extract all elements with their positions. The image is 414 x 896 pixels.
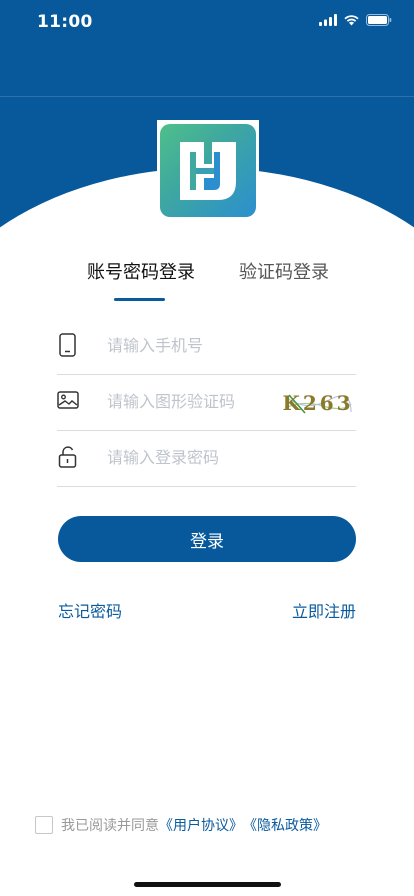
agreement-checkbox[interactable] <box>35 816 53 834</box>
logo-mark <box>160 124 256 217</box>
phone-input[interactable] <box>107 332 307 358</box>
register-link[interactable]: 立即注册 <box>292 598 356 622</box>
forgot-password-link[interactable]: 忘记密码 <box>58 598 122 622</box>
logo-h-icon <box>180 142 236 200</box>
tab-code-login[interactable]: 验证码登录 <box>239 258 329 284</box>
captcha-text: K263 <box>283 391 353 415</box>
agreement-row: 我已阅读并同意 《用户协议》 《隐私政策》 <box>35 815 327 835</box>
login-button[interactable]: 登录 <box>58 516 356 562</box>
header-divider <box>0 96 414 97</box>
captcha-field: K263 <box>57 374 356 431</box>
status-bar: 11:00 <box>0 0 414 46</box>
privacy-policy-link[interactable]: 《隐私政策》 <box>243 815 327 835</box>
lock-icon <box>58 446 77 468</box>
password-field <box>57 430 356 487</box>
status-time: 11:00 <box>37 12 93 32</box>
password-input[interactable] <box>107 444 307 470</box>
active-tab-indicator <box>114 298 165 301</box>
status-icons <box>319 14 392 26</box>
battery-icon <box>366 14 392 26</box>
signal-icon <box>319 14 337 26</box>
captcha-graphic: K263 <box>282 391 353 415</box>
agreement-prefix: 我已阅读并同意 <box>61 818 159 834</box>
user-agreement-link[interactable]: 《用户协议》 <box>159 815 243 835</box>
wifi-icon <box>344 15 359 26</box>
tab-password-login[interactable]: 账号密码登录 <box>87 258 195 284</box>
captcha-input[interactable] <box>107 388 307 414</box>
login-tabs: 账号密码登录 验证码登录 <box>0 258 414 308</box>
app-logo <box>157 120 259 220</box>
captcha-image[interactable]: K263 <box>282 386 353 418</box>
phone-field <box>57 318 356 375</box>
image-icon <box>57 391 79 409</box>
phone-icon <box>59 333 76 357</box>
home-indicator <box>134 882 281 887</box>
